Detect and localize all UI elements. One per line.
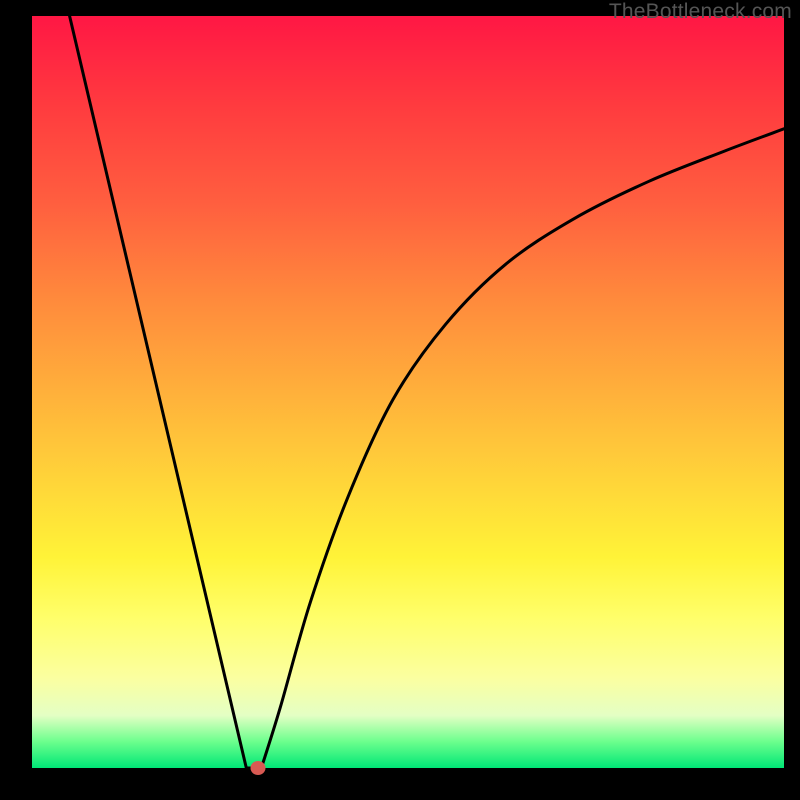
- plot-area: [32, 16, 784, 768]
- chart-frame: TheBottleneck.com: [0, 0, 800, 800]
- bottleneck-curve: [70, 16, 784, 768]
- minimum-point-marker: [250, 761, 265, 775]
- watermark-text: TheBottleneck.com: [609, 0, 792, 24]
- curve-svg: [32, 16, 784, 768]
